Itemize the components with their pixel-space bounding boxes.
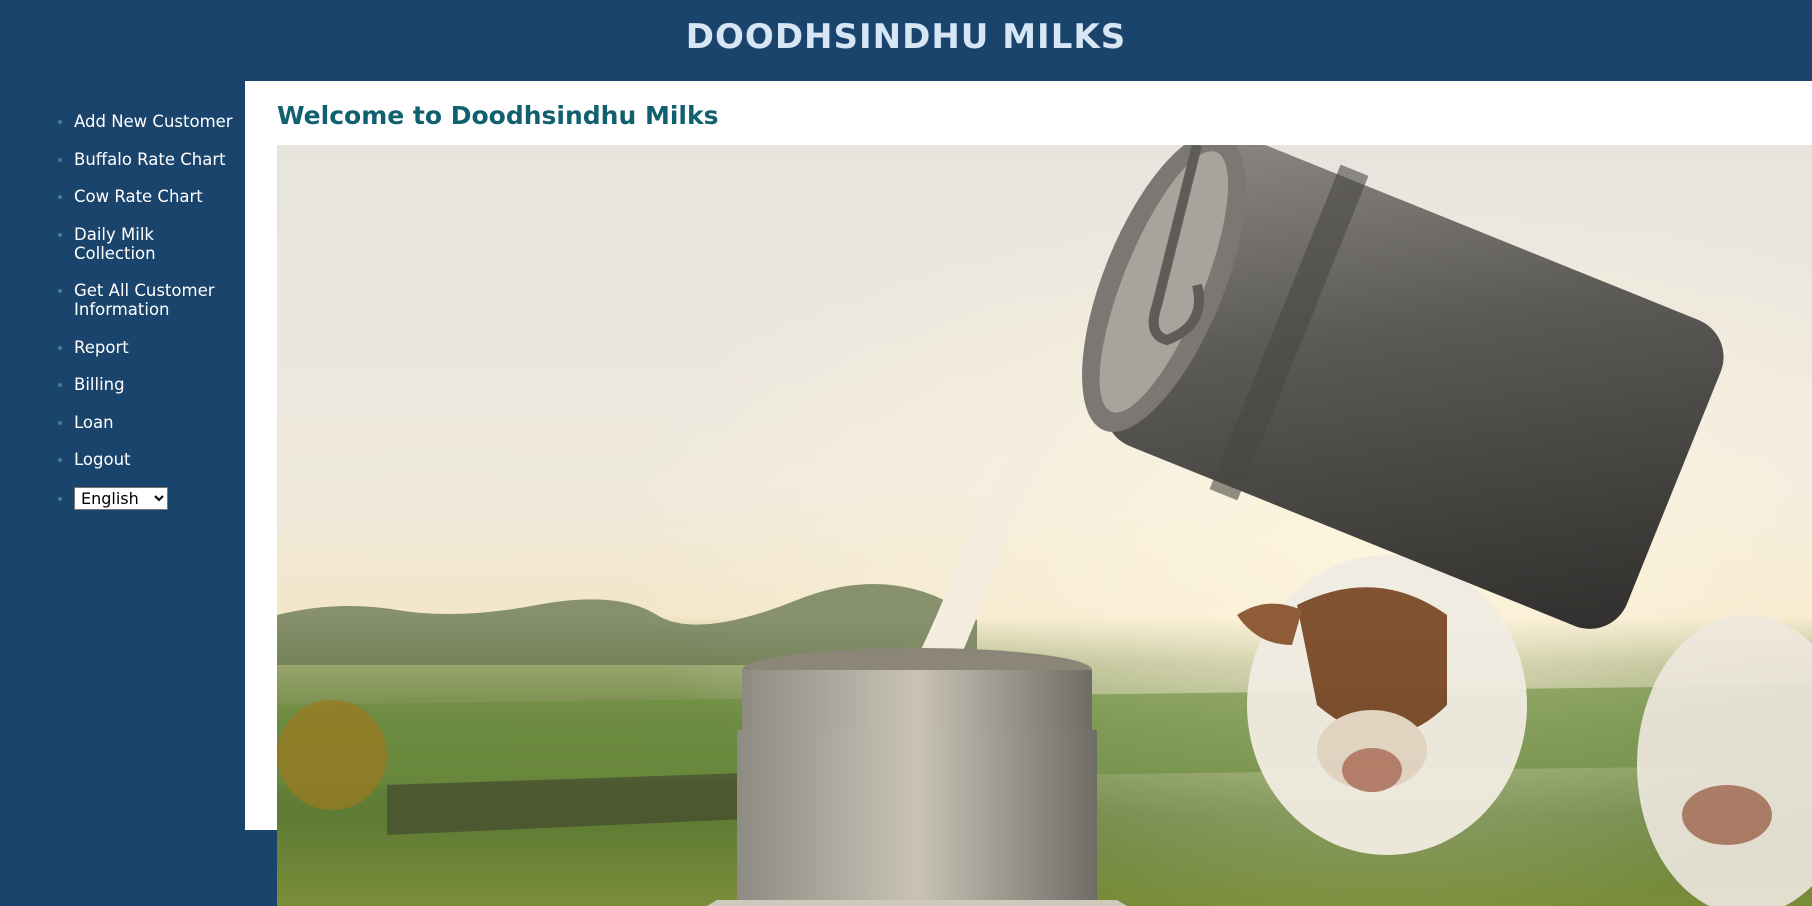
sidebar-nav: Add New Customer Buffalo Rate Chart Cow … [0,81,245,906]
site-title: DOODHSINDHU MILKS [685,16,1127,57]
logout-link[interactable]: Logout [74,450,236,469]
sidebar-item-buffalo-rate-chart: Buffalo Rate Chart [56,150,236,169]
milk-pouring-illustration [277,145,1812,906]
sidebar-item-language: English [56,486,236,510]
buffalo-rate-chart-link[interactable]: Buffalo Rate Chart [74,150,236,169]
sidebar-item-billing: Billing [56,375,236,394]
get-all-customer-information-link[interactable]: Get All Customer Information [74,281,236,319]
sidebar-item-get-all-customer-information: Get All Customer Information [56,281,236,319]
add-new-customer-link[interactable]: Add New Customer [74,112,236,131]
report-link[interactable]: Report [74,338,236,357]
sidebar-item-report: Report [56,338,236,357]
hero-image [277,145,1812,906]
daily-milk-collection-link[interactable]: Daily Milk Collection [74,225,236,263]
sidebar-item-daily-milk-collection: Daily Milk Collection [56,225,236,263]
loan-link[interactable]: Loan [74,413,236,432]
site-header: DOODHSINDHU MILKS [0,0,1812,81]
welcome-heading: Welcome to Doodhsindhu Milks [277,101,719,130]
cow-rate-chart-link[interactable]: Cow Rate Chart [74,187,236,206]
milk-pail [707,648,1127,906]
sidebar-menu: Add New Customer Buffalo Rate Chart Cow … [56,112,236,528]
billing-link[interactable]: Billing [74,375,236,394]
sidebar-item-cow-rate-chart: Cow Rate Chart [56,187,236,206]
sidebar-item-add-new-customer: Add New Customer [56,112,236,131]
language-select[interactable]: English [74,486,168,510]
sidebar-item-logout: Logout [56,450,236,469]
sidebar-item-loan: Loan [56,413,236,432]
